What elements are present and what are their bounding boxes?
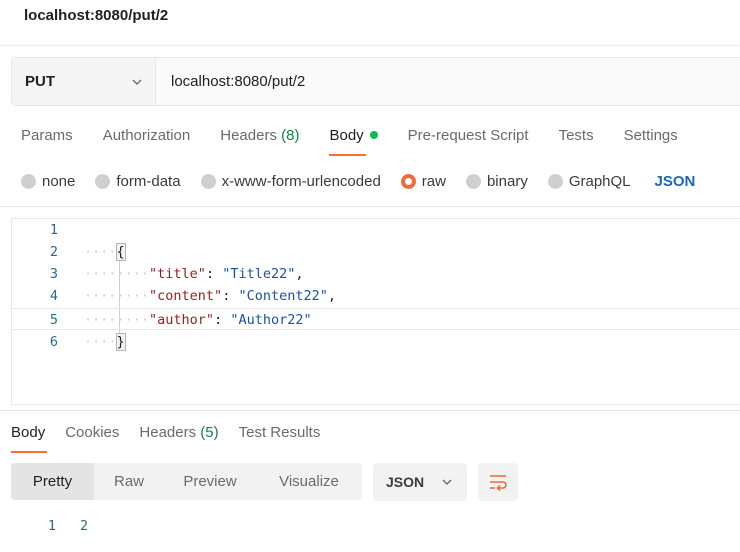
radio-icon	[200, 173, 216, 189]
json-value: "Author22"	[230, 312, 312, 328]
code-line: 1	[12, 219, 740, 241]
tab-settings[interactable]: Settings	[624, 124, 678, 154]
code-line: 2 ····{	[12, 241, 740, 263]
radio-raw-label: raw	[421, 172, 446, 190]
request-tabs: Params Authorization Headers (8) Body Pr…	[21, 124, 708, 156]
radio-binary-label: binary	[486, 172, 528, 190]
radio-urlencoded[interactable]: x-www-form-urlencoded	[200, 172, 381, 190]
tab-body-label: Body	[329, 127, 364, 144]
active-dot-icon	[369, 131, 378, 139]
body-editor[interactable]: 1 2 ····{ 3 ········"title": "Title22", …	[11, 218, 740, 405]
view-visualize-button[interactable]: Visualize	[256, 463, 362, 500]
radio-icon	[465, 173, 481, 189]
line-number: 2	[49, 244, 58, 260]
radio-icon	[547, 173, 563, 189]
code-line: 6 ····}	[12, 331, 740, 353]
tab-prerequest-script[interactable]: Pre-request Script	[408, 124, 529, 154]
radio-binary[interactable]: binary	[465, 172, 528, 190]
whitespace-marker: ····	[84, 244, 117, 260]
view-preview-button[interactable]: Preview	[164, 463, 256, 500]
request-bar: PUT	[11, 57, 740, 106]
view-raw-button[interactable]: Raw	[94, 463, 164, 500]
tab-tests[interactable]: Tests	[559, 124, 594, 154]
response-tabs: Body Cookies Headers (5) Test Results	[11, 422, 340, 453]
tab-params[interactable]: Params	[21, 124, 73, 154]
response-tab-headers-count: (5)	[200, 424, 219, 441]
radio-urlencoded-label: x-www-form-urlencoded	[221, 172, 381, 190]
response-body-value[interactable]: 2	[80, 515, 88, 537]
line-number: 3	[49, 266, 58, 282]
response-format-label: JSON	[386, 474, 425, 490]
code-line: 3 ········"title": "Title22",	[12, 263, 740, 285]
whitespace-marker: ····	[84, 334, 117, 350]
json-separator: :	[214, 312, 231, 328]
request-title-bar: localhost:8080/put/2	[0, 0, 740, 46]
radio-graphql[interactable]: GraphQL	[547, 172, 631, 190]
radio-checked-icon	[400, 173, 416, 189]
code-text: ········"author": "Author22"	[84, 309, 312, 331]
response-view-mode: Pretty Raw Preview Visualize	[11, 463, 362, 500]
tab-headers-label: Headers	[220, 127, 277, 144]
chevron-down-icon	[132, 79, 142, 85]
view-pretty-button[interactable]: Pretty	[11, 463, 94, 500]
line-number: 1	[49, 222, 58, 238]
wrap-lines-icon	[490, 475, 507, 491]
response-line-number: 1	[47, 518, 56, 534]
whitespace-marker: ········	[84, 288, 150, 304]
radio-icon	[95, 173, 111, 189]
json-key: "content"	[149, 288, 223, 304]
wrap-lines-button[interactable]	[478, 463, 518, 501]
json-separator: :	[205, 266, 223, 282]
code-text: ····}	[84, 331, 126, 353]
code-line-current: 5 ········"author": "Author22"	[12, 308, 740, 330]
radio-icon	[21, 173, 36, 189]
url-input[interactable]	[156, 58, 740, 105]
tab-body[interactable]: Body	[329, 124, 378, 156]
tab-headers-count: (8)	[281, 127, 300, 144]
whitespace-marker: ········	[84, 266, 150, 282]
editor-divider	[0, 206, 740, 207]
response-tab-cookies[interactable]: Cookies	[65, 422, 119, 452]
json-key: "author"	[149, 312, 215, 328]
request-title[interactable]: localhost:8080/put/2	[24, 7, 168, 24]
code-line: 4 ········"content": "Content22",	[12, 285, 740, 307]
radio-graphql-label: GraphQL	[568, 172, 631, 190]
line-number: 5	[49, 312, 58, 328]
tab-headers[interactable]: Headers (8)	[220, 124, 299, 154]
line-number: 4	[49, 288, 58, 304]
radio-form-data[interactable]: form-data	[95, 172, 181, 190]
response-format-dropdown[interactable]: JSON	[373, 463, 467, 501]
radio-none[interactable]: none	[21, 173, 75, 190]
json-comma: ,	[295, 266, 304, 282]
response-tab-test-results[interactable]: Test Results	[239, 422, 321, 452]
tab-authorization[interactable]: Authorization	[103, 124, 191, 154]
json-key: "title"	[149, 266, 206, 282]
body-format-dropdown[interactable]: JSON	[655, 173, 696, 190]
json-value: "Content22"	[238, 288, 328, 304]
json-value: "Title22"	[222, 266, 296, 282]
radio-raw[interactable]: raw	[400, 172, 446, 190]
pane-divider[interactable]	[0, 410, 740, 411]
response-tab-body[interactable]: Body	[11, 422, 48, 453]
open-brace: {	[115, 243, 126, 261]
close-brace: }	[115, 333, 126, 351]
response-tab-headers[interactable]: Headers (5)	[139, 422, 218, 452]
radio-form-data-label: form-data	[116, 172, 181, 190]
method-label: PUT	[25, 73, 55, 90]
chevron-down-icon	[442, 479, 452, 485]
code-text: ········"content": "Content22",	[84, 285, 336, 307]
json-separator: :	[222, 288, 239, 304]
code-text: ····{	[84, 241, 126, 263]
json-comma: ,	[327, 288, 336, 304]
line-number: 6	[49, 334, 58, 350]
response-tab-headers-label: Headers	[139, 424, 197, 441]
code-text: ········"title": "Title22",	[84, 263, 304, 285]
method-dropdown[interactable]: PUT	[12, 58, 156, 105]
body-type-options: none form-data x-www-form-urlencoded raw…	[21, 170, 695, 192]
whitespace-marker: ········	[84, 312, 150, 328]
radio-none-label: none	[42, 172, 76, 190]
